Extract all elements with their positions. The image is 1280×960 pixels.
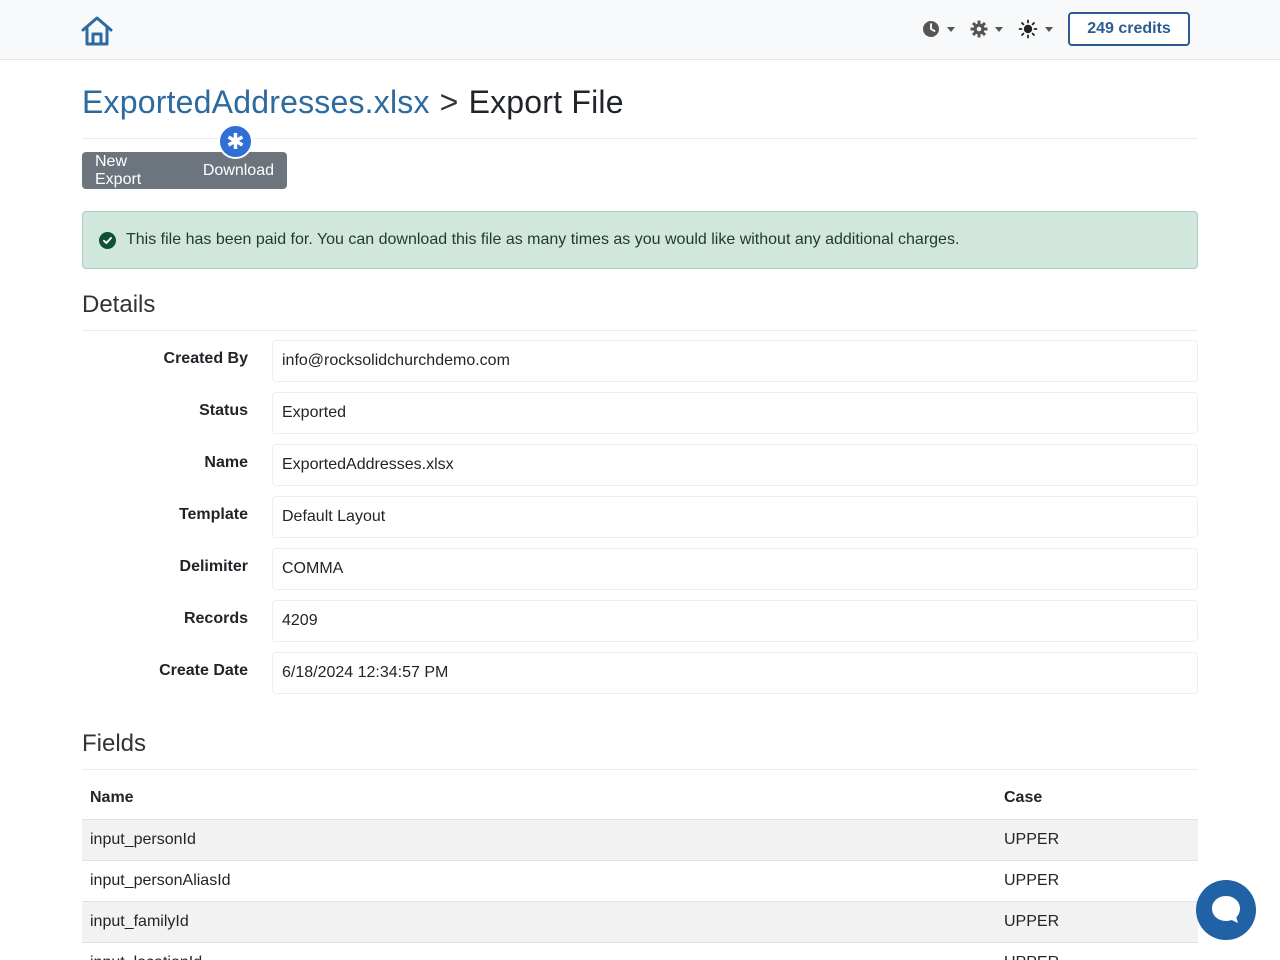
details-heading: Details <box>82 291 156 318</box>
chat-bubble-icon <box>1212 896 1240 923</box>
detail-label: Created By <box>163 350 248 367</box>
details-divider <box>82 330 1198 331</box>
asterisk-marker-icon: ✱ <box>218 124 253 159</box>
credits-button[interactable]: 249 credits <box>1068 12 1190 46</box>
detail-row-template: Template Default Layout <box>82 496 1198 538</box>
alert-message: This file has been paid for. You can dow… <box>126 231 960 248</box>
detail-value: Default Layout <box>272 496 1198 538</box>
toolbar-button-group: New Export Download <box>82 152 287 189</box>
detail-row-delimiter: Delimiter COMMA <box>82 548 1198 590</box>
detail-row-name: Name ExportedAddresses.xlsx <box>82 444 1198 486</box>
home-icon <box>81 16 113 46</box>
home-link[interactable] <box>80 15 116 49</box>
page-title-text: Export File <box>468 84 624 120</box>
field-name-cell: input_personId <box>82 819 996 861</box>
detail-value: 4209 <box>272 600 1198 642</box>
detail-value: 6/18/2024 12:34:57 PM <box>272 652 1198 694</box>
chevron-down-icon <box>995 26 1003 32</box>
field-name-cell: input_locationId <box>82 942 996 960</box>
detail-row-created-by: Created By info@rocksolidchurchdemo.com <box>82 340 1198 382</box>
chat-widget-button[interactable] <box>1196 880 1256 940</box>
field-case-cell: UPPER <box>996 860 1198 902</box>
theme-dropdown[interactable] <box>1018 17 1053 41</box>
paid-alert: This file has been paid for. You can dow… <box>82 211 1198 269</box>
detail-value: info@rocksolidchurchdemo.com <box>272 340 1198 382</box>
chevron-down-icon <box>1045 26 1053 32</box>
detail-value: ExportedAddresses.xlsx <box>272 444 1198 486</box>
detail-row-records: Records 4209 <box>82 600 1198 642</box>
table-row[interactable]: input_locationId UPPER <box>82 942 1198 960</box>
table-header-row: Name Case <box>82 778 1198 820</box>
detail-label: Template <box>178 506 248 523</box>
navbar: 249 credits <box>0 0 1280 60</box>
gear-icon <box>970 20 988 38</box>
field-case-cell: UPPER <box>996 819 1198 861</box>
field-name-cell: input_personAliasId <box>82 860 996 902</box>
field-case-cell: UPPER <box>996 942 1198 960</box>
chevron-down-icon <box>947 26 955 32</box>
detail-label: Create Date <box>159 662 248 679</box>
column-header-case[interactable]: Case <box>996 778 1198 820</box>
detail-label: Status <box>199 402 248 419</box>
detail-label: Records <box>183 610 248 627</box>
settings-dropdown[interactable] <box>970 17 1003 41</box>
history-dropdown[interactable] <box>922 17 955 41</box>
field-case-cell: UPPER <box>996 901 1198 943</box>
clock-icon <box>923 21 939 37</box>
fields-divider <box>82 769 1198 770</box>
new-export-button[interactable]: New Export <box>82 152 190 189</box>
fields-heading: Fields <box>82 730 147 757</box>
fields-table: Name Case input_personId UPPER input_per… <box>82 778 1198 960</box>
check-circle-icon <box>99 231 116 249</box>
column-header-name[interactable]: Name <box>82 778 996 820</box>
detail-value: Exported <box>272 392 1198 434</box>
table-row[interactable]: input_familyId UPPER <box>82 901 1198 943</box>
page-title: ExportedAddresses.xlsx > Export File <box>82 84 624 121</box>
table-row[interactable]: input_personId UPPER <box>82 819 1198 861</box>
detail-row-status: Status Exported <box>82 392 1198 434</box>
breadcrumb-file-link[interactable]: ExportedAddresses.xlsx <box>82 84 430 120</box>
sun-icon <box>1018 19 1038 39</box>
detail-label: Name <box>204 454 248 471</box>
detail-row-create-date: Create Date 6/18/2024 12:34:57 PM <box>82 652 1198 694</box>
breadcrumb-separator: > <box>439 84 459 120</box>
detail-value: COMMA <box>272 548 1198 590</box>
detail-label: Delimiter <box>179 558 248 575</box>
field-name-cell: input_familyId <box>82 901 996 943</box>
table-row[interactable]: input_personAliasId UPPER <box>82 860 1198 902</box>
